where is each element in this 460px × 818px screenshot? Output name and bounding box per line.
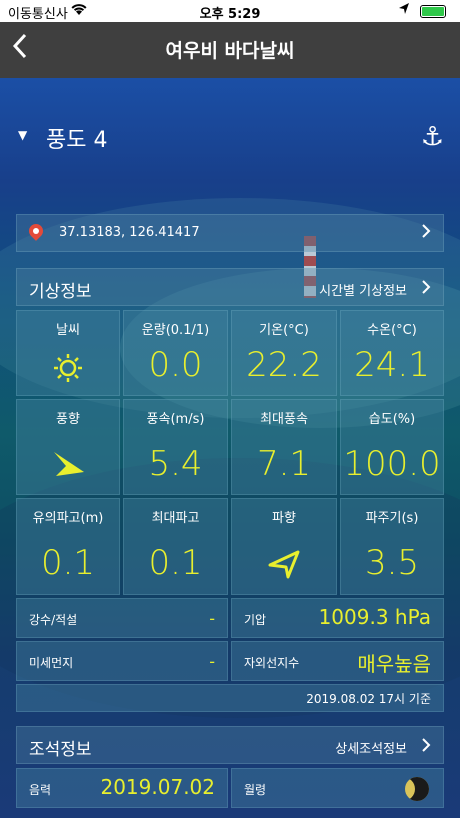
tide-header[interactable]: 조석정보 상세조석정보	[16, 726, 444, 764]
battery-icon	[420, 5, 446, 18]
cell-value: 5.4	[148, 444, 203, 484]
row-value: 1009.3 hPa	[318, 605, 431, 629]
timestamp-text: 2019.08.02 17시 기준	[306, 692, 431, 706]
weather-cell: 유의파고(m) 0.1	[16, 498, 120, 595]
cell-title: 수온(°C)	[367, 323, 417, 338]
weather-cell: 파주기(s) 3.5	[340, 498, 444, 595]
tide-title: 조석정보	[29, 740, 92, 760]
cell-value: 100.0	[343, 444, 441, 484]
cell-title: 날씨	[56, 323, 80, 338]
cell-title: 운량(0.1/1)	[141, 323, 210, 338]
weather-header[interactable]: 기상정보 시간별 기상정보	[16, 268, 444, 306]
status-bar: 이동통신사 오후 5:29	[0, 0, 460, 22]
coordinates-text: 37.13183, 126.41417	[59, 225, 200, 240]
chevron-right-icon	[421, 279, 431, 299]
cell-title: 최대파고	[151, 511, 200, 526]
cell-value: 7.1	[256, 444, 312, 484]
lunar-date-row: 음력 2019.07.02	[16, 768, 228, 808]
nav-bar: 여우비 바다날씨	[0, 22, 460, 78]
main-content: ▼ 풍도 4 ⚓ 37.13183, 126.41417 기상정보 시간별 기상…	[0, 78, 460, 818]
weather-timestamp: 2019.08.02 17시 기준	[16, 684, 444, 712]
cell-title: 유의파고(m)	[32, 511, 104, 526]
wind-direction-arrow-icon	[17, 448, 119, 482]
hourly-weather-link[interactable]: 시간별 기상정보	[319, 280, 407, 299]
row-label: 자외선지수	[244, 656, 300, 670]
fine-dust-row: 미세먼지 -	[16, 641, 228, 681]
sun-icon	[17, 353, 119, 387]
precipitation-row: 강수/적설 -	[16, 598, 228, 638]
pressure-row: 기압 1009.3 hPa	[231, 598, 444, 638]
weather-cell: 습도(%) 100.0	[340, 399, 444, 495]
weather-cell: 날씨	[16, 310, 120, 396]
moon-phase-icon	[405, 777, 429, 801]
cell-value: 0.1	[40, 543, 96, 583]
location-row[interactable]: 37.13183, 126.41417	[16, 214, 444, 252]
weather-cell: 파향	[231, 498, 337, 595]
chevron-right-icon	[421, 737, 431, 757]
anchor-icon[interactable]: ⚓	[421, 122, 444, 152]
weather-cell: 기온(°C) 22.2	[231, 310, 337, 396]
location-arrow-icon	[398, 2, 410, 20]
row-value: -	[209, 652, 215, 671]
caret-down-icon: ▼	[18, 128, 28, 142]
row-label: 음력	[29, 783, 52, 797]
cell-title: 기온(°C)	[259, 323, 309, 338]
weather-cell: 운량(0.1/1) 0.0	[123, 310, 228, 396]
cell-value: 0.0	[148, 345, 203, 385]
zone-label: 풍도 4	[46, 128, 108, 153]
row-value: 매우높음	[357, 652, 431, 676]
row-value: -	[209, 609, 215, 628]
row-value: 2019.07.02	[100, 775, 215, 799]
cell-title: 풍향	[56, 412, 80, 427]
cell-value: 22.2	[246, 345, 322, 385]
row-label: 미세먼지	[29, 656, 74, 670]
cell-value: 0.1	[148, 543, 203, 583]
page-title: 여우비 바다날씨	[165, 40, 295, 62]
weather-cell: 수온(°C) 24.1	[340, 310, 444, 396]
cell-title: 최대풍속	[260, 412, 308, 427]
cell-title: 파향	[272, 511, 296, 526]
cell-title: 풍속(m/s)	[146, 412, 205, 427]
weather-cell: 최대풍속 7.1	[231, 399, 337, 495]
cell-value: 3.5	[364, 543, 420, 583]
weather-title: 기상정보	[29, 282, 92, 302]
cell-value: 24.1	[354, 345, 430, 385]
uv-index-row: 자외선지수 매우높음	[231, 641, 444, 681]
status-time: 오후 5:29	[199, 7, 261, 22]
weather-cell: 최대파고 0.1	[123, 498, 228, 595]
moon-age-row: 월령	[231, 768, 444, 808]
zone-selector[interactable]: ▼ 풍도 4 ⚓	[0, 122, 460, 153]
row-label: 강수/적설	[29, 613, 78, 627]
weather-cell: 풍속(m/s) 5.4	[123, 399, 228, 495]
weather-cell: 풍향	[16, 399, 120, 495]
cell-title: 파주기(s)	[365, 511, 419, 526]
map-pin-icon	[26, 221, 46, 241]
cell-title: 습도(%)	[368, 412, 416, 427]
row-label: 기압	[244, 613, 267, 627]
detailed-tide-link[interactable]: 상세조석정보	[335, 738, 407, 757]
chevron-right-icon	[421, 223, 431, 243]
wave-direction-arrow-icon	[232, 549, 336, 583]
row-label: 월령	[244, 783, 267, 797]
